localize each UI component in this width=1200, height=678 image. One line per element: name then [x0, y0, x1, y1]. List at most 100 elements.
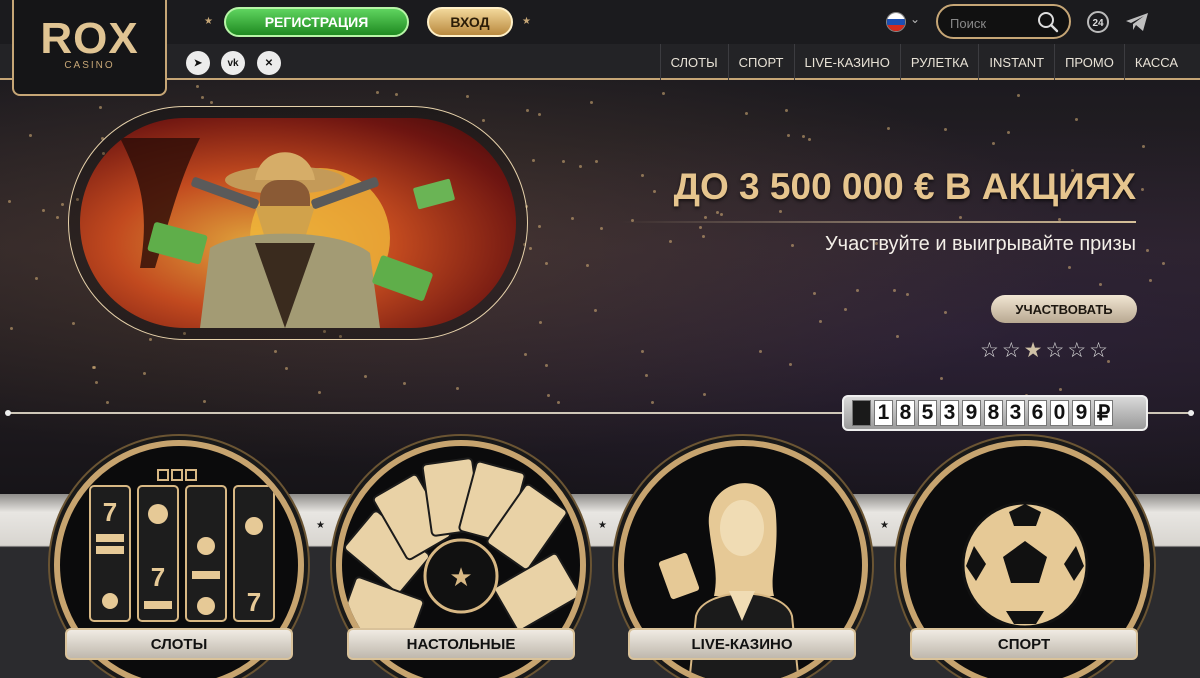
city-light [785, 109, 788, 112]
category-table-games-label[interactable]: НАСТОЛЬНЫЕ [347, 628, 575, 660]
svg-text:7: 7 [103, 497, 117, 527]
divider-dot [5, 410, 11, 416]
city-light [944, 128, 947, 131]
nav-item-sport[interactable]: СПОРТ [727, 44, 794, 80]
divider-dot [1188, 410, 1194, 416]
city-light [819, 320, 822, 323]
x-icon[interactable]: ✕ [257, 51, 281, 75]
city-light [95, 381, 98, 384]
promo-title: ДО 3 500 000 € В АКЦИЯХ [673, 166, 1136, 207]
cowboy-illustration [120, 138, 455, 328]
city-light [992, 142, 995, 145]
city-light [791, 244, 794, 247]
vk-icon[interactable]: vk [221, 51, 245, 75]
city-light [579, 165, 582, 168]
nav-item-instant[interactable]: INSTANT [978, 44, 1054, 80]
city-light [896, 335, 899, 338]
nav-item-slots[interactable]: СЛОТЫ [659, 44, 728, 80]
jackpot-digit: 3 [1006, 400, 1025, 426]
city-light [662, 92, 665, 95]
city-light [595, 160, 598, 163]
city-light [72, 322, 75, 325]
nav-item-cashier[interactable]: КАССА [1123, 44, 1188, 80]
register-button[interactable]: РЕГИСТРАЦИЯ [224, 7, 409, 37]
city-light [61, 203, 64, 206]
city-light [669, 240, 672, 243]
jackpot-digit: 5 [918, 400, 937, 426]
participate-button[interactable]: УЧАСТВОВАТЬ [991, 295, 1137, 323]
city-light [586, 264, 589, 267]
nav-item-promo[interactable]: ПРОМО [1054, 44, 1124, 80]
jackpot-currency: ₽ [1094, 400, 1113, 426]
city-light [1068, 266, 1071, 269]
search-box[interactable] [936, 4, 1071, 39]
city-light [641, 350, 644, 353]
promo-image[interactable] [80, 118, 516, 328]
city-light [92, 366, 95, 369]
city-light [42, 209, 45, 212]
city-light [893, 289, 896, 292]
city-light [813, 292, 816, 295]
city-light [720, 213, 723, 216]
city-light [318, 391, 321, 394]
city-light [944, 311, 947, 314]
city-light [789, 363, 792, 366]
city-light [538, 225, 541, 228]
logo[interactable]: ROX CASINO [12, 0, 167, 96]
category-live-casino-label[interactable]: LIVE-КАЗИНО [628, 628, 856, 660]
slide-star-icon[interactable]: ☆ [1045, 338, 1064, 363]
city-light [759, 350, 762, 353]
search-input[interactable] [950, 14, 1036, 32]
city-light [466, 95, 469, 98]
nav-item-live-casino[interactable]: LIVE-КАЗИНО [793, 44, 900, 80]
city-light [1017, 94, 1020, 97]
telegram-icon[interactable]: ➤ [186, 51, 210, 75]
slide-star-icon[interactable]: ☆ [1089, 338, 1108, 363]
city-light [844, 308, 847, 311]
city-light [779, 210, 782, 213]
login-button[interactable]: ВХОД [427, 7, 513, 37]
slide-star-icon[interactable]: ☆ [1002, 338, 1021, 363]
city-light [149, 338, 152, 341]
nav-item-roulette[interactable]: РУЛЕТКА [899, 44, 979, 80]
star-decoration: ★ [598, 520, 607, 531]
slide-star-icon[interactable]: ☆ [1067, 338, 1086, 363]
city-light [940, 377, 943, 380]
city-light [482, 119, 485, 122]
city-light [653, 190, 656, 193]
slide-star-icon[interactable]: ☆ [980, 338, 999, 363]
city-light [641, 174, 644, 177]
telegram-icon[interactable] [1124, 10, 1150, 34]
city-light [906, 293, 909, 296]
promo-subtitle: Участвуйте и выигрывайте призы [824, 233, 1136, 255]
city-light [285, 367, 288, 370]
city-light [8, 200, 11, 203]
star-decoration: ★ [204, 16, 213, 27]
city-light [524, 353, 527, 356]
city-light [959, 216, 962, 219]
chevron-down-icon[interactable]: ⌄ [910, 12, 920, 26]
city-light [590, 101, 593, 104]
slide-star-active-icon[interactable]: ★ [1024, 338, 1043, 363]
city-light [808, 138, 811, 141]
city-light [529, 247, 532, 250]
main-nav: СЛОТЫ СПОРТ LIVE-КАЗИНО РУЛЕТКА INSTANT … [659, 44, 1188, 80]
city-light [532, 159, 535, 162]
city-light [395, 93, 398, 96]
category-sport-label[interactable]: СПОРТ [910, 628, 1138, 660]
jackpot-digit: 6 [1028, 400, 1047, 426]
city-light [703, 393, 706, 396]
jackpot-digit: 8 [896, 400, 915, 426]
support-24-icon[interactable]: 24 [1086, 10, 1110, 34]
search-icon[interactable] [1036, 10, 1060, 34]
russia-flag-icon[interactable] [886, 12, 906, 32]
svg-text:7: 7 [151, 562, 165, 592]
city-light [403, 382, 406, 385]
city-light [201, 96, 204, 99]
jackpot-digit: 0 [1050, 400, 1069, 426]
category-slots-label[interactable]: СЛОТЫ [65, 628, 293, 660]
city-light [1141, 188, 1144, 191]
city-light [1075, 118, 1078, 121]
star-decoration: ★ [880, 520, 889, 531]
city-light [716, 211, 719, 214]
